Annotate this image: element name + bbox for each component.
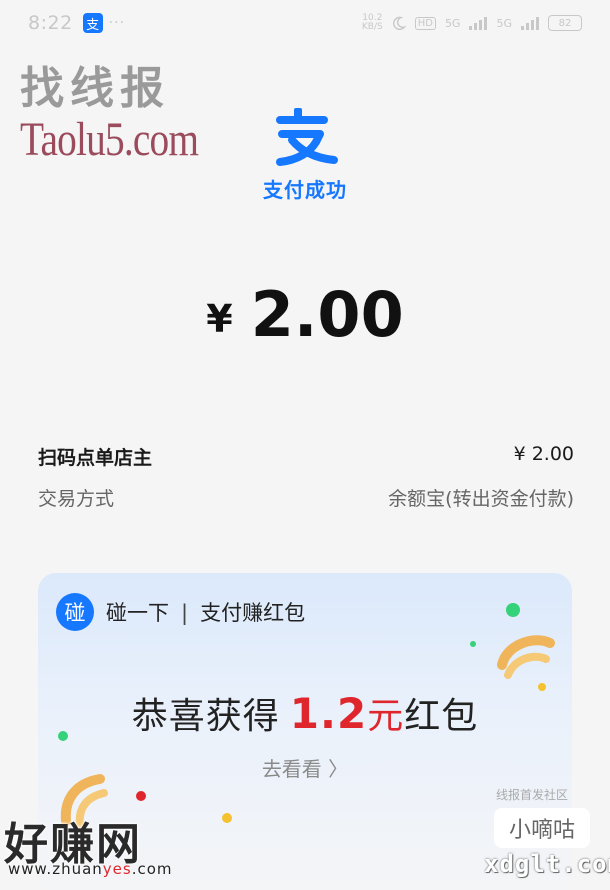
payment-status: 支付成功 (263, 178, 347, 202)
promo-title: 碰一下 (106, 601, 169, 625)
watermark-url-highlight: yes (102, 860, 132, 878)
network-rate: 10.2 KB/S (362, 14, 383, 32)
alipay-notification-icon: 支 (82, 13, 103, 33)
decor-dot-yellow-bottom (222, 813, 232, 823)
hd-icon: HD (414, 16, 436, 30)
watermark-bottom-right-url: xdglt.com (484, 850, 610, 878)
status-time: 8:22 (28, 12, 73, 34)
promo-card-title: 碰一下 | 支付赚红包 (106, 597, 305, 627)
promo-subtitle: 支付赚红包 (200, 601, 306, 625)
merchant-value: ¥ 2.00 (513, 443, 574, 465)
alipay-logo-icon (276, 108, 338, 166)
payment-method-label: 交易方式 (38, 488, 115, 510)
reward-suffix: 红包 (404, 696, 479, 737)
merchant-row: 扫码点单店主 ¥ 2.00 (38, 443, 574, 470)
watermark-url-suffix: .com (131, 860, 173, 878)
decor-dot-green (506, 603, 520, 617)
confetti-swirl-icon (497, 635, 555, 679)
decor-dot-green-small (470, 641, 476, 647)
payment-method-row: 交易方式 余额宝(转出资金付款) (38, 484, 574, 511)
currency-symbol: ¥ (206, 297, 233, 341)
network-rate-unit: KB/S (361, 22, 383, 32)
signal-2-icon (521, 16, 539, 30)
promo-separator: | (181, 601, 189, 625)
payment-amount: ¥2.00 (0, 278, 610, 351)
more-notifications-icon: ··· (108, 15, 126, 31)
status-bar: 8:22 支 ··· 10.2 KB/S HD 5G 5G 82 (0, 0, 610, 46)
peng-badge-icon: 碰 (56, 593, 94, 631)
view-reward-button[interactable]: 去看看 〉 (38, 753, 572, 782)
payment-method-value: 余额宝(转出资金付款) (388, 488, 574, 510)
network-type-2: 5G (496, 16, 512, 30)
reward-prefix: 恭喜获得 (131, 696, 280, 737)
amount-value: 2.00 (250, 278, 404, 351)
signal-1-icon (469, 16, 488, 30)
watermark-site: Taolu5.com (20, 113, 199, 166)
reward-message: 恭喜获得 1.2元红包 (38, 687, 572, 739)
watermark-bottom-right-caption: 线报首发社区 (496, 788, 569, 802)
status-indicators: 10.2 KB/S HD 5G 5G 82 (362, 14, 582, 32)
watermark-title: 找线报 (20, 63, 170, 114)
merchant-label: 扫码点单店主 (38, 447, 153, 469)
promo-card-header: 碰 碰一下 | 支付赚红包 (56, 593, 305, 631)
reward-amount: 1.2 (289, 689, 368, 738)
network-type-1: 5G (444, 16, 461, 30)
moon-icon (392, 16, 406, 30)
watermark-bottom-left-url: www.zhuanyes.com (8, 860, 173, 878)
reward-unit: 元 (367, 696, 405, 737)
watermark-bottom-right-box: 小嘀咕 (494, 808, 590, 848)
watermark-url-prefix: www.zhuan (8, 860, 103, 878)
battery-icon: 82 (548, 15, 582, 31)
decor-dot-red (136, 791, 146, 801)
